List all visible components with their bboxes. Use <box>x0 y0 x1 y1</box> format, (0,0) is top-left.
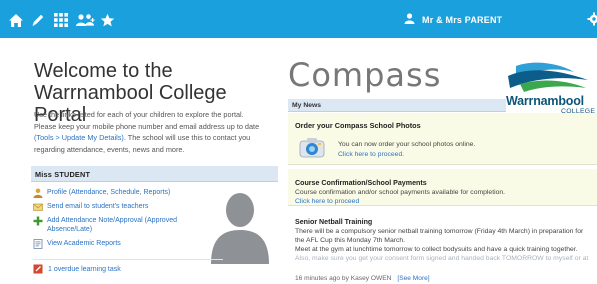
camera-icon <box>298 133 326 161</box>
my-news-header: My News <box>288 99 506 112</box>
star-icon[interactable] <box>99 12 115 28</box>
proceed-link[interactable]: Click here to proceed <box>295 197 505 206</box>
news-text: Course confirmation and/or school paymen… <box>295 189 506 196</box>
news-item: Order your Compass School Photos You can… <box>288 113 597 165</box>
intro-text: Use the links listed for each of your ch… <box>34 110 260 154</box>
top-nav-bar: Mr & Mrs PARENT <box>0 0 597 38</box>
email-teachers-link[interactable]: Send email to student's teachers <box>33 202 208 212</box>
news-title: Order your Compass School Photos <box>295 121 421 130</box>
news-item: Senior Netball Training There will be a … <box>288 210 597 284</box>
student-links: Profile (Attendance, Schedule, Reports) … <box>33 188 208 253</box>
logo-name: Warrnambool <box>506 94 584 108</box>
user-menu[interactable]: Mr & Mrs PARENT <box>404 13 502 26</box>
news-title: Course Confirmation/School Payments <box>295 179 427 187</box>
news-text: You can now order your school photos onl… <box>338 141 476 148</box>
profile-icon <box>33 188 43 198</box>
home-icon[interactable] <box>8 12 24 28</box>
student-photo-placeholder <box>209 188 271 264</box>
overdue-task-link[interactable]: 1 overdue learning task <box>33 259 223 274</box>
news-text: There will be a compulsory senior netbal… <box>295 228 589 262</box>
people-icon[interactable] <box>75 12 95 28</box>
user-name: Mr & Mrs PARENT <box>422 14 503 25</box>
proceed-link[interactable]: Click here to proceed. <box>338 150 475 160</box>
academic-reports-link[interactable]: View Academic Reports <box>33 238 208 249</box>
add-icon <box>33 216 43 226</box>
update-details-link[interactable]: (Tools > Update My Details) <box>34 133 124 142</box>
attendance-note-link[interactable]: Add Attendance Note/Approval (Approved A… <box>33 216 208 235</box>
profile-link[interactable]: Profile (Attendance, Schedule, Reports) <box>33 188 208 198</box>
task-icon <box>33 264 43 274</box>
email-icon <box>33 202 43 212</box>
student-card: Miss STUDENT Profile (Attendance, Schedu… <box>31 166 278 278</box>
news-title: Senior Netball Training <box>295 218 373 226</box>
news-item: Course Confirmation/School Payments Cour… <box>288 169 597 206</box>
gear-icon[interactable] <box>587 12 597 26</box>
student-name-header: Miss STUDENT <box>31 166 278 182</box>
edit-icon[interactable] <box>30 12 46 28</box>
news-meta: 16 minutes ago by Kasey OWEN [See More] <box>295 275 430 282</box>
apps-grid-icon[interactable] <box>53 12 69 28</box>
compass-title: Compass <box>288 56 442 94</box>
user-icon <box>404 13 415 26</box>
see-more-link[interactable]: [See More] <box>397 275 429 282</box>
report-icon <box>33 238 43 249</box>
